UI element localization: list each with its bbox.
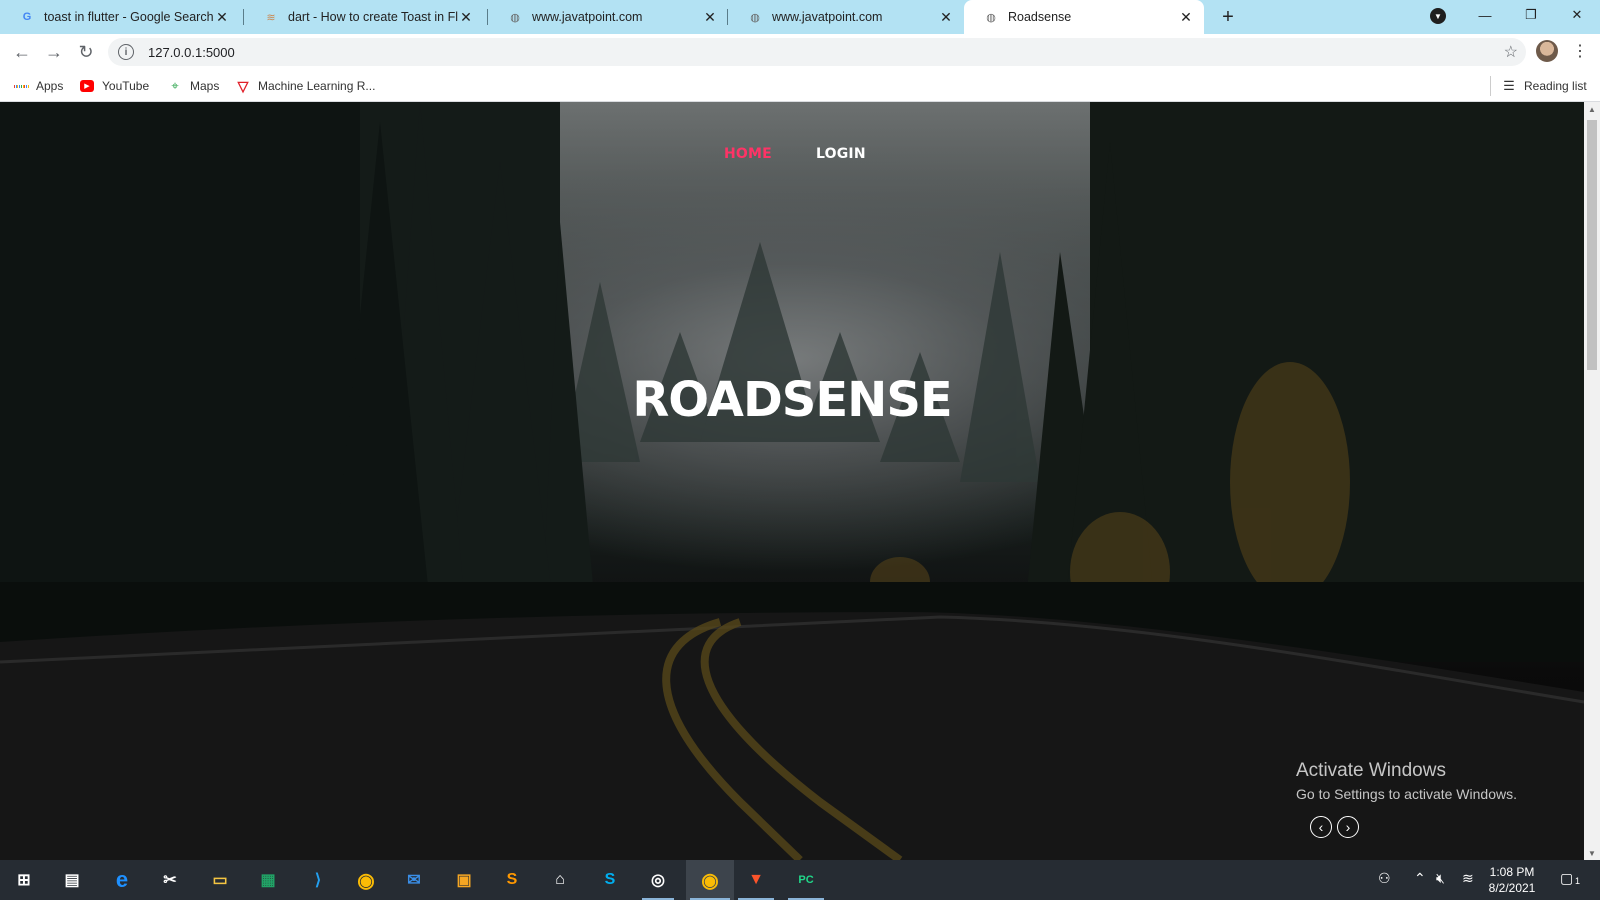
globe-icon: ◍ (986, 11, 996, 24)
close-icon[interactable]: ✕ (214, 9, 230, 25)
people-icon[interactable]: ⚇ (1378, 870, 1391, 887)
close-icon[interactable]: ✕ (1178, 9, 1194, 25)
store-icon[interactable]: ⌂ (546, 866, 574, 894)
scroll-thumb[interactable] (1587, 120, 1597, 370)
bookmark-maps[interactable]: ⌖ Maps (168, 76, 219, 96)
snipping-tool-icon[interactable]: ✂ (156, 866, 184, 894)
task-view-icon[interactable]: ▤ (58, 866, 86, 894)
skype-icon[interactable]: S (596, 866, 624, 894)
tab-search-icon[interactable]: ▼ (1430, 8, 1446, 24)
activate-windows-watermark: Activate Windows Go to Settings to activ… (1296, 760, 1517, 802)
tab-title: toast in flutter - Google Search (44, 10, 214, 24)
restore-button[interactable]: ❐ (1508, 0, 1554, 30)
brave-icon[interactable]: ▼ (742, 866, 770, 894)
reading-list-label: Reading list (1524, 79, 1587, 93)
tab-title: Roadsense (1008, 10, 1072, 24)
clock-date: 8/2/2021 (1488, 881, 1536, 895)
reading-list-icon: ☰ (1503, 78, 1515, 93)
excel-icon[interactable]: ▦ (254, 866, 282, 894)
site-info-icon[interactable]: i (118, 44, 134, 60)
bookmarks-divider (1490, 76, 1491, 96)
clock-time: 1:08 PM (1489, 865, 1535, 879)
calendar-icon[interactable]: ▣ (450, 866, 478, 894)
nav-login-link[interactable]: LOGIN (816, 146, 866, 162)
carousel-next-button[interactable]: › (1337, 816, 1359, 838)
profile-avatar[interactable] (1536, 40, 1558, 62)
bookmark-apps[interactable]: Apps (14, 76, 63, 96)
youtube-icon: ▶ (80, 79, 94, 93)
start-icon[interactable]: ⊞ (10, 866, 38, 894)
reload-button[interactable]: ↻ (74, 40, 98, 64)
carousel-prev-button[interactable]: ‹ (1310, 816, 1332, 838)
bookmark-label: YouTube (102, 79, 150, 93)
chrome-icon[interactable]: ◉ (352, 866, 380, 894)
back-button[interactable]: ← (10, 40, 34, 64)
file-explorer-icon[interactable]: ▭ (206, 866, 234, 894)
edge-icon[interactable]: e (108, 866, 136, 894)
notification-count: 1 (1575, 876, 1581, 886)
bookmark-star-icon[interactable]: ☆ (1504, 42, 1518, 62)
google-icon: G (22, 11, 32, 23)
tab-title: www.javatpoint.com (532, 10, 643, 24)
bookmark-youtube[interactable]: ▶ YouTube (80, 76, 149, 96)
tab-javatpoint-1[interactable]: ◍ www.javatpoint.com ✕ (488, 0, 728, 34)
address-bar[interactable]: i 127.0.0.1:5000 ☆ (108, 38, 1526, 66)
maps-icon: ⌖ (171, 78, 179, 93)
apps-grid-icon (14, 79, 28, 93)
sublime-icon[interactable]: S (498, 866, 526, 894)
tab-roadsense[interactable]: ◍ Roadsense ✕ (964, 0, 1204, 34)
tab-title: dart - How to create Toast in Flut (288, 10, 458, 24)
tab-strip: G toast in flutter - Google Search ✕ ≋ d… (0, 0, 1600, 34)
volume-muted-icon[interactable]: 🔇︎ (1436, 870, 1445, 887)
vscode-icon[interactable]: ⟩ (304, 866, 332, 894)
minimize-button[interactable]: — (1462, 0, 1508, 30)
bookmark-label: Apps (36, 79, 64, 93)
bookmarks-bar: Apps ▶ YouTube ⌖ Maps ▽ Machine Learning… (0, 70, 1600, 102)
reading-list-button[interactable]: ☰ Reading list (1502, 76, 1587, 96)
mail-icon[interactable]: ✉ (400, 866, 428, 894)
browser-toolbar: ← → ↻ i 127.0.0.1:5000 ☆ (0, 34, 1600, 70)
globe-icon: ◍ (510, 11, 520, 24)
forest-road-background (0, 102, 1584, 860)
bookmark-machine-learning[interactable]: ▽ Machine Learning R... (236, 76, 376, 96)
scroll-down-icon[interactable]: ▼ (1584, 846, 1600, 860)
tab-google-search[interactable]: G toast in flutter - Google Search ✕ (0, 0, 240, 34)
watermark-subtitle: Go to Settings to activate Windows. (1296, 786, 1517, 802)
close-icon[interactable]: ✕ (702, 9, 718, 25)
tray-expand-icon[interactable]: ⌃ (1414, 870, 1426, 887)
screen: G toast in flutter - Google Search ✕ ≋ d… (0, 0, 1600, 900)
nav-home-link[interactable]: HOME (724, 146, 772, 162)
tab-stackoverflow[interactable]: ≋ dart - How to create Toast in Flut ✕ (244, 0, 484, 34)
page-scrollbar[interactable]: ▲ ▼ (1584, 102, 1600, 860)
ml-site-icon: ▽ (237, 77, 249, 94)
scroll-up-icon[interactable]: ▲ (1584, 102, 1600, 116)
close-icon[interactable]: ✕ (458, 9, 474, 25)
url-text: 127.0.0.1:5000 (148, 44, 235, 60)
notifications-icon[interactable]: ▢ (1560, 870, 1573, 887)
app-icon[interactable]: ◎ (644, 866, 672, 894)
bookmark-label: Maps (190, 79, 220, 93)
browser-menu-icon[interactable]: ⋮ (1572, 40, 1588, 62)
tab-javatpoint-2[interactable]: ◍ www.javatpoint.com ✕ (728, 0, 964, 34)
taskbar-clock[interactable]: 1:08 PM 8/2/2021 (1482, 864, 1542, 896)
globe-icon: ◍ (750, 11, 760, 24)
close-window-button[interactable]: ✕ (1554, 0, 1600, 30)
windows-taskbar: ⊞ ▤ e ✂ ▭ ▦ ⟩ ◉ ✉ ▣ S ⌂ S ◎ ◉ ▼ PC ⚇ ⌃ 🔇… (0, 860, 1600, 900)
bookmark-label: Machine Learning R... (258, 79, 376, 93)
chrome-running-icon[interactable]: ◉ (696, 866, 724, 894)
wifi-icon[interactable]: ≋ (1462, 870, 1474, 887)
close-icon[interactable]: ✕ (938, 9, 954, 25)
pycharm-icon[interactable]: PC (792, 866, 820, 894)
new-tab-button[interactable]: + (1216, 5, 1240, 29)
watermark-title: Activate Windows (1296, 760, 1446, 781)
hero-title: ROADSENSE (632, 372, 952, 428)
hero-section: HOME LOGIN ROADSENSE Activate Windows Go… (0, 102, 1584, 860)
tab-title: www.javatpoint.com (772, 10, 883, 24)
forward-button[interactable]: → (42, 40, 66, 64)
stackoverflow-icon: ≋ (266, 11, 276, 24)
